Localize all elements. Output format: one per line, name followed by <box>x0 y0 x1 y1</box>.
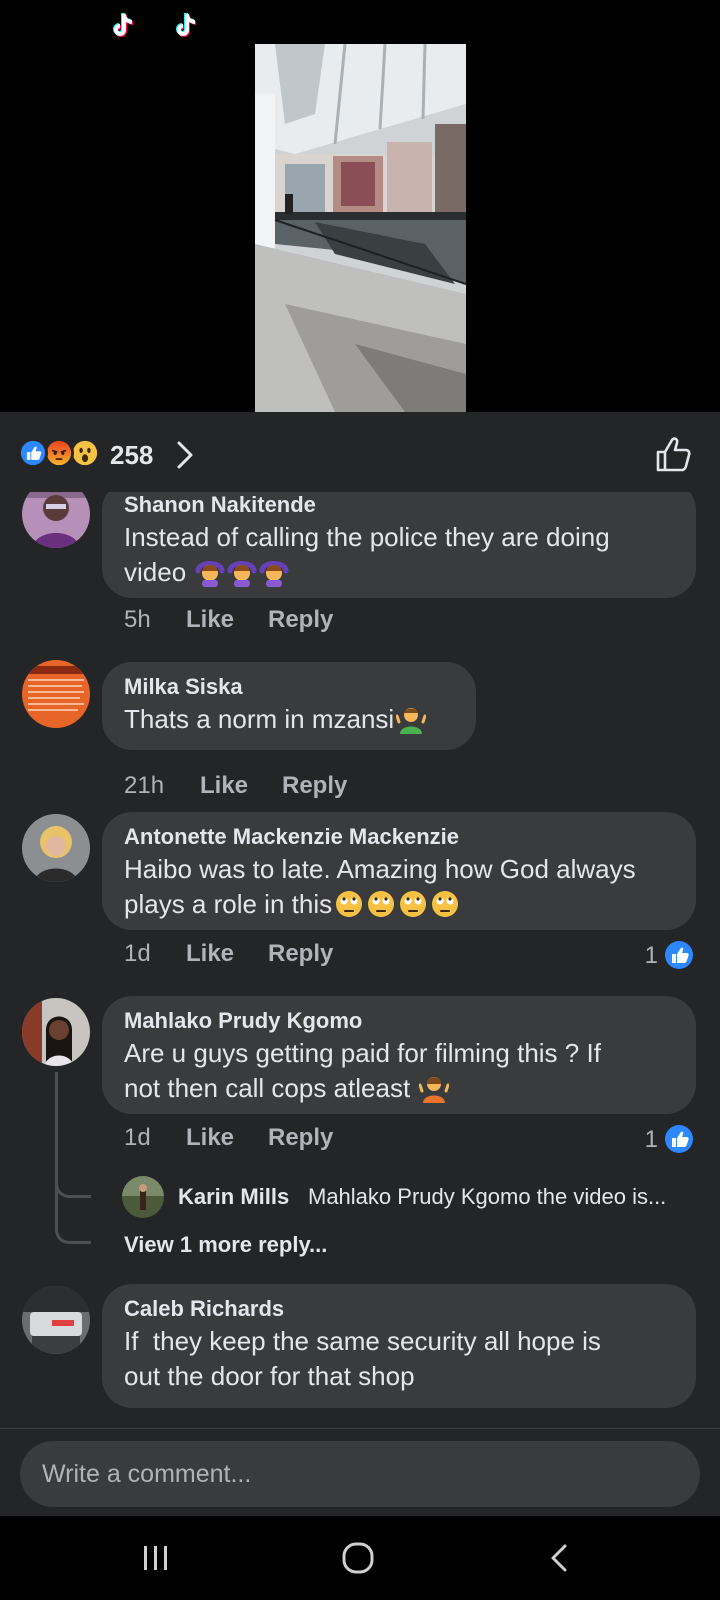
comment-actions: 21h Like Reply <box>124 772 424 808</box>
reply-button[interactable]: Reply <box>268 1124 333 1152</box>
comment-bubble: Milka Siska Thats a norm in mzansi <box>102 662 476 750</box>
view-more-replies-link[interactable]: View 1 more reply... <box>124 1232 327 1258</box>
like-reaction-icon <box>665 941 693 969</box>
like-reaction-icon <box>18 438 48 468</box>
avatar[interactable] <box>22 1286 90 1354</box>
comment-bubble: Caleb Richards If they keep the same sec… <box>102 1284 696 1408</box>
comment: Milka Siska Thats a norm in mzansi 21h L… <box>0 658 720 808</box>
comment: Shanon Nakitende Instead of calling the … <box>0 492 720 658</box>
reply-button[interactable]: Reply <box>268 940 333 968</box>
comment-author[interactable]: Antonette Mackenzie Mackenzie <box>124 822 674 852</box>
comment-composer: Write a comment... <box>0 1428 720 1516</box>
comment-author[interactable]: Mahlako Prudy Kgomo <box>124 1006 674 1036</box>
comment-actions: 1d Like Reply <box>124 940 424 976</box>
avatar[interactable] <box>22 814 90 882</box>
reply-author[interactable]: Karin Mills <box>178 1184 289 1210</box>
comment-author[interactable]: Milka Siska <box>124 672 454 702</box>
comment-timestamp: 1d <box>124 1124 151 1151</box>
rolling-eyes-emoji <box>336 891 363 917</box>
man-shrugging-emoji <box>396 708 427 734</box>
comment-text: If they keep the same security all hope … <box>124 1326 601 1356</box>
thread-branch <box>55 1152 91 1198</box>
comment-author[interactable]: Shanon Nakitende <box>124 492 674 520</box>
like-count-number: 1 <box>644 942 658 969</box>
comment-text-line: not then call cops atleast <box>124 1073 411 1103</box>
comment-text: Instead of calling the police they are d… <box>124 522 610 552</box>
woman-gesturing-ok-emoji <box>227 561 257 587</box>
comment-text-line: plays a role in this <box>124 889 333 919</box>
woman-gesturing-ok-emoji <box>259 561 289 587</box>
comment-timestamp: 5h <box>124 606 151 633</box>
comment-author[interactable]: Caleb Richards <box>124 1294 674 1324</box>
video-thumbnail[interactable] <box>255 44 466 412</box>
comment-actions: 5h Like Reply <box>124 606 424 642</box>
avatar[interactable] <box>22 660 90 728</box>
comment-text: out the door for that shop <box>124 1361 415 1391</box>
woman-gesturing-ok-emoji <box>195 561 225 587</box>
comment: Mahlako Prudy Kgomo Are u guys getting p… <box>0 992 720 1292</box>
wow-reaction-icon <box>70 438 100 468</box>
comment-text-line: video <box>124 557 187 587</box>
comment-text-line: Thats a norm in mzansi <box>124 704 395 734</box>
tiktok-logo-icon <box>176 13 196 37</box>
comment: Antonette Mackenzie Mackenzie Haibo was … <box>0 808 720 992</box>
screen: 258 Shanon Nakitende Instead of calling … <box>0 0 720 1600</box>
like-button[interactable]: Like <box>200 772 248 800</box>
comment-bubble: Antonette Mackenzie Mackenzie Haibo was … <box>102 812 696 930</box>
back-icon[interactable] <box>540 1538 580 1578</box>
comment-text: Haibo was to late. Amazing how God alway… <box>124 854 636 884</box>
comment-timestamp: 1d <box>124 940 151 967</box>
comment-text: not then call cops atleast <box>124 1071 674 1106</box>
rolling-eyes-emoji <box>432 891 459 917</box>
like-button[interactable]: Like <box>186 606 234 634</box>
comments-list[interactable]: Shanon Nakitende Instead of calling the … <box>0 492 720 1428</box>
comment-bubble: Mahlako Prudy Kgomo Are u guys getting p… <box>102 996 696 1114</box>
avatar[interactable] <box>22 492 90 548</box>
avatar[interactable] <box>22 998 90 1066</box>
comment-actions: 1d Like Reply <box>124 1124 424 1160</box>
comment-text: Thats a norm in mzansi <box>124 702 454 737</box>
comment-like-count[interactable]: 1 <box>624 940 694 970</box>
rolling-eyes-emoji <box>368 891 395 917</box>
reply-button[interactable]: Reply <box>282 772 347 800</box>
recent-apps-icon[interactable] <box>136 1538 176 1578</box>
home-icon[interactable] <box>338 1538 378 1578</box>
reply-text: Mahlako Prudy Kgomo the video is... <box>308 1184 667 1209</box>
rolling-eyes-emoji <box>400 891 427 917</box>
like-thumb-icon[interactable] <box>654 434 694 474</box>
reaction-summary[interactable] <box>18 438 108 470</box>
video-area <box>0 0 720 412</box>
reaction-count[interactable]: 258 <box>110 440 153 471</box>
comment-bubble: Shanon Nakitende Instead of calling the … <box>102 492 696 598</box>
reply-preview[interactable]: Karin Mills Mahlako Prudy Kgomo the vide… <box>122 1176 702 1220</box>
comment-text: video <box>124 555 674 590</box>
thread-branch <box>55 1198 91 1244</box>
like-reaction-icon <box>665 1125 693 1153</box>
system-nav-bar <box>0 1516 720 1600</box>
like-button[interactable]: Like <box>186 940 234 968</box>
comment-input[interactable]: Write a comment... <box>20 1441 700 1507</box>
comment-text: plays a role in this <box>124 887 674 922</box>
comment: Caleb Richards If they keep the same sec… <box>0 1284 720 1428</box>
person-shrugging-emoji <box>419 1077 450 1103</box>
chevron-right-icon[interactable] <box>176 440 194 470</box>
like-button[interactable]: Like <box>186 1124 234 1152</box>
reaction-bar: 258 <box>0 412 720 492</box>
like-count-number: 1 <box>644 1126 658 1153</box>
avatar[interactable] <box>122 1176 164 1218</box>
comment-timestamp: 21h <box>124 772 165 799</box>
comment-like-count[interactable]: 1 <box>624 1124 694 1154</box>
comment-text: Are u guys getting paid for filming this… <box>124 1038 601 1068</box>
tiktok-logo-icon <box>113 13 133 37</box>
angry-reaction-icon <box>44 438 74 468</box>
reply-button[interactable]: Reply <box>268 606 333 634</box>
